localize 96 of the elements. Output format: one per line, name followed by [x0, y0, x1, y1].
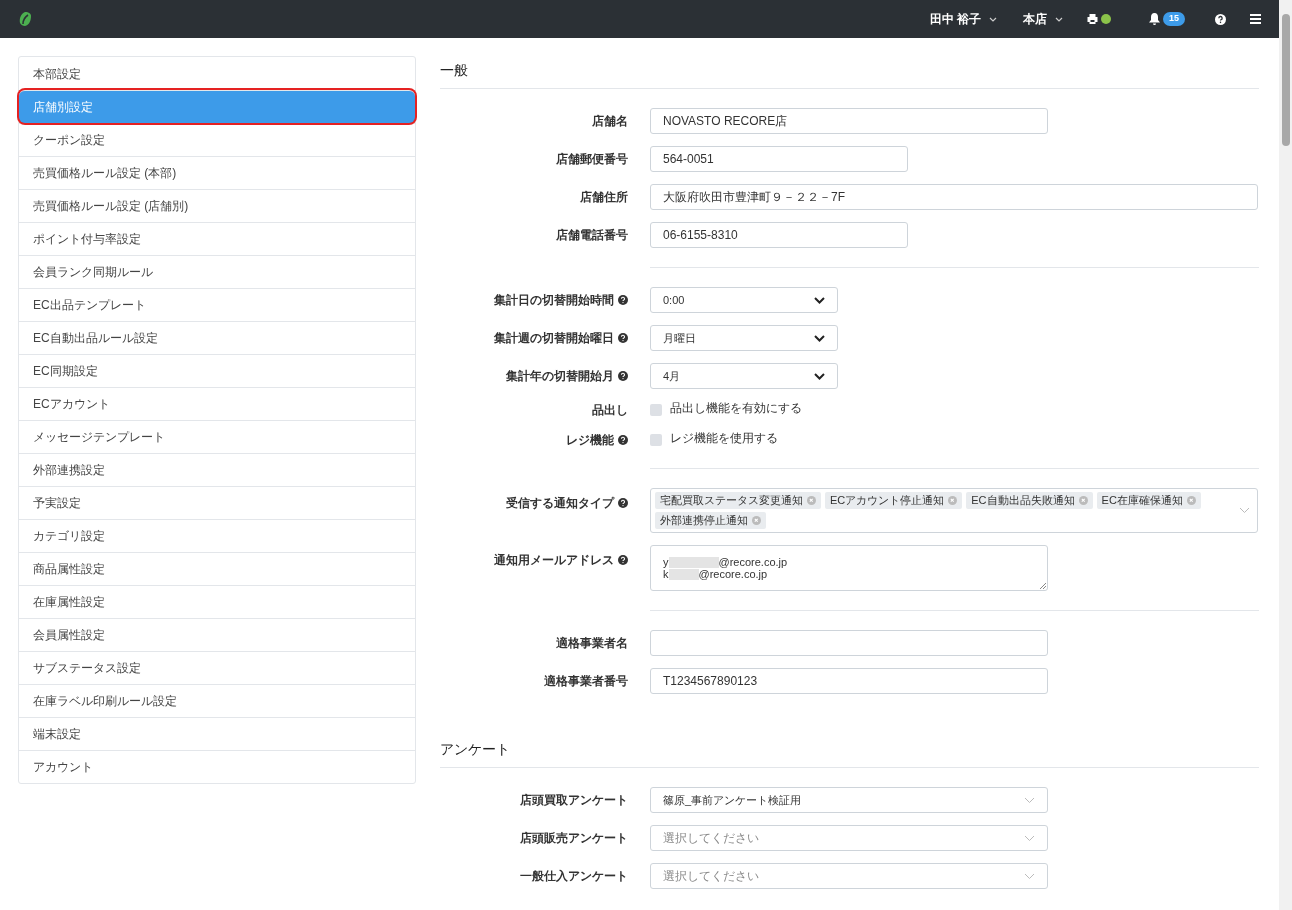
- sidebar-item[interactable]: メッセージテンプレート: [19, 420, 415, 453]
- sidebar-item[interactable]: 売買価格ルール設定 (本部): [19, 156, 415, 189]
- chevron-down-icon: [1024, 872, 1035, 880]
- field-label: 店頭買取アンケート: [520, 792, 628, 809]
- field-label: レジ機能: [566, 432, 614, 449]
- tag-chip: 宅配買取ステータス変更通知: [655, 492, 821, 509]
- field-label: 集計年の切替開始月: [506, 368, 614, 385]
- printer-icon[interactable]: [1087, 14, 1098, 24]
- field-label: 適格事業者番号: [544, 673, 628, 690]
- help-icon: [618, 295, 628, 305]
- sidebar-item[interactable]: EC同期設定: [19, 354, 415, 387]
- email-start: y: [663, 556, 669, 568]
- help-icon: [618, 333, 628, 343]
- help-icon: [618, 435, 628, 445]
- tag-chip: 外部連携停止通知: [655, 512, 766, 529]
- sidebar-item[interactable]: EC自動出品ルール設定: [19, 321, 415, 354]
- field-label: 品出し: [592, 402, 628, 419]
- sidebar-item[interactable]: サブステータス設定: [19, 651, 415, 684]
- help-icon: [618, 498, 628, 508]
- email-domain: @recore.co.jp: [718, 556, 788, 568]
- field-label: 集計週の切替開始曜日: [494, 330, 614, 347]
- remove-icon[interactable]: [807, 496, 816, 505]
- sidebar-item[interactable]: ECアカウント: [19, 387, 415, 420]
- caret-icon: [1055, 16, 1063, 22]
- text-field[interactable]: T1234567890123: [650, 668, 1048, 694]
- text-field[interactable]: 06-6155-8310: [650, 222, 908, 248]
- field-label: 店舗郵便番号: [556, 151, 628, 168]
- field-label: 一般仕入アンケート: [520, 868, 628, 885]
- sidebar-item[interactable]: 会員ランク同期ルール: [19, 255, 415, 288]
- store-menu[interactable]: 本店: [1023, 10, 1063, 28]
- sidebar-item[interactable]: 在庫属性設定: [19, 585, 415, 618]
- email-start: k: [663, 568, 669, 580]
- logo-icon[interactable]: [18, 11, 32, 27]
- chevron-down-icon: [1239, 507, 1250, 514]
- sidebar-item[interactable]: 外部連携設定: [19, 453, 415, 486]
- text-field[interactable]: 大阪府吹田市豊津町９－２２－7F: [650, 184, 1258, 210]
- resize-grip-icon: [1039, 582, 1046, 589]
- tag-chip: EC自動出品失敗通知: [966, 492, 1093, 509]
- sidebar-item[interactable]: 商品属性設定: [19, 552, 415, 585]
- dropdown-field[interactable]: 選択してください: [650, 825, 1048, 851]
- checkbox-label: レジ機能を使用する: [670, 430, 778, 447]
- section-title: 一般: [440, 62, 468, 78]
- field-label: 店舗住所: [580, 189, 628, 206]
- chevron-down-icon: [814, 372, 825, 380]
- remove-icon[interactable]: [1186, 496, 1196, 505]
- remove-icon[interactable]: [948, 496, 958, 505]
- select-field[interactable]: 月曜日: [650, 325, 838, 351]
- field-label: 集計日の切替開始時間: [494, 292, 614, 309]
- field-label: 店頭販売アンケート: [520, 830, 628, 847]
- chevron-down-icon: [1024, 834, 1035, 842]
- help-icon: [618, 555, 628, 565]
- dropdown-field[interactable]: 篠原_事前アンケート検証用: [650, 787, 1048, 813]
- email-domain: @recore.co.jp: [698, 568, 768, 580]
- checkbox-label: 品出し機能を有効にする: [670, 400, 802, 417]
- menu-icon[interactable]: [1250, 14, 1261, 24]
- chevron-down-icon: [814, 334, 825, 342]
- caret-icon: [989, 16, 997, 22]
- user-menu[interactable]: 田中 裕子: [929, 10, 997, 28]
- field-label: 適格事業者名: [556, 635, 628, 652]
- field-label: 店舗電話番号: [556, 227, 628, 244]
- textarea-field[interactable]: y @recore.co.jp k @recore.co.jp: [650, 545, 1048, 591]
- select-field[interactable]: 4月: [650, 363, 838, 389]
- sidebar-item[interactable]: 端末設定: [19, 717, 415, 750]
- section-title: アンケート: [440, 741, 510, 757]
- text-field[interactable]: 564-0051: [650, 146, 908, 172]
- chevron-down-icon: [1024, 796, 1035, 804]
- tag-chip: EC在庫確保通知: [1096, 492, 1201, 509]
- text-field[interactable]: NOVASTO RECORE店: [650, 108, 1048, 134]
- help-icon: [618, 371, 628, 381]
- sidebar-item[interactable]: 会員属性設定: [19, 618, 415, 651]
- field-label: 通知用メールアドレス: [494, 552, 614, 569]
- tag-chip: ECアカウント停止通知: [825, 492, 963, 509]
- sidebar-item[interactable]: カテゴリ設定: [19, 519, 415, 552]
- bell-icon[interactable]: [1149, 13, 1160, 25]
- dropdown-field[interactable]: 選択してください: [650, 863, 1048, 889]
- text-field[interactable]: [650, 630, 1048, 656]
- sidebar-item[interactable]: アカウント: [19, 750, 415, 783]
- sidebar-item[interactable]: 在庫ラベル印刷ルール設定: [19, 684, 415, 717]
- field-label: 店舗名: [592, 113, 628, 130]
- remove-icon[interactable]: [752, 516, 761, 525]
- scrollbar[interactable]: [1279, 0, 1292, 910]
- sidebar-item[interactable]: 予実設定: [19, 486, 415, 519]
- chevron-down-icon: [814, 296, 825, 304]
- sidebar-item[interactable]: 売買価格ルール設定 (店舗別): [19, 189, 415, 222]
- sidebar-item[interactable]: EC出品テンプレート: [19, 288, 415, 321]
- field-label: 受信する通知タイプ: [506, 495, 614, 512]
- remove-icon[interactable]: [1078, 496, 1088, 505]
- checkbox[interactable]: [650, 404, 662, 416]
- select-field[interactable]: 0:00: [650, 287, 838, 313]
- sidebar-item[interactable]: 本部設定: [19, 57, 415, 90]
- sidebar-item[interactable]: ポイント付与率設定: [19, 222, 415, 255]
- multi-select-field[interactable]: 宅配買取ステータス変更通知 ECアカウント停止通知 EC自動出品失敗通知 EC在庫確保通知 外部連携停止通知: [650, 488, 1258, 533]
- sidebar-item[interactable]: クーポン設定: [19, 123, 415, 156]
- help-icon[interactable]: [1215, 13, 1226, 25]
- notification-badge: 15: [1163, 12, 1185, 26]
- checkbox[interactable]: [650, 434, 662, 446]
